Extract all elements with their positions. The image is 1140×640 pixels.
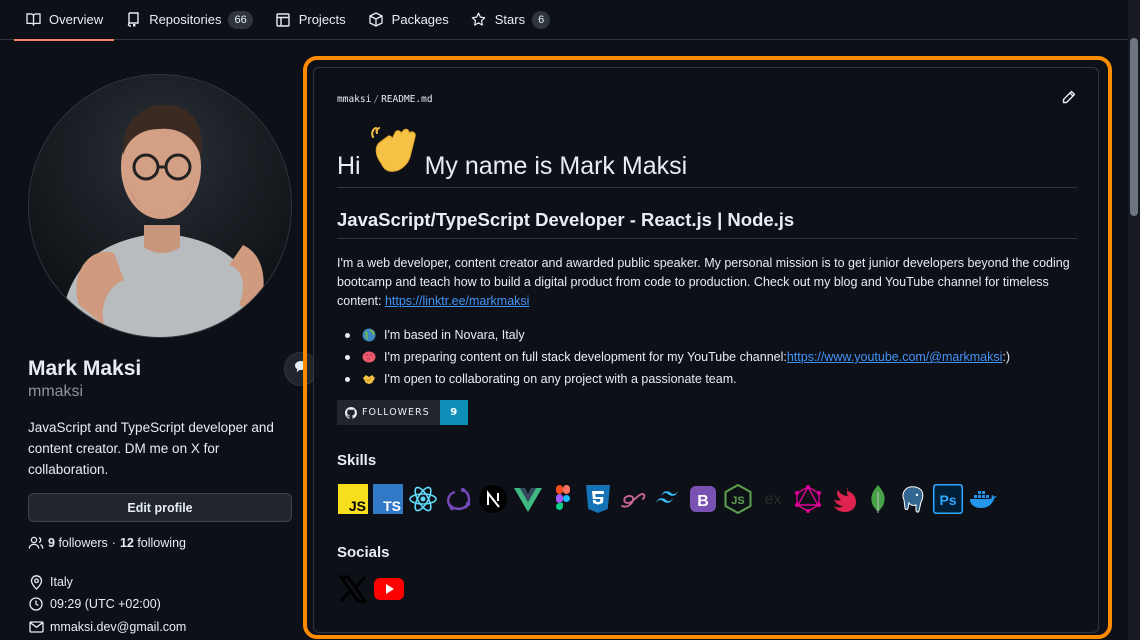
tab-stars[interactable]: Stars 6 [460, 0, 561, 40]
waving-hand-icon [367, 123, 421, 177]
skills-heading: Skills [337, 452, 377, 469]
readme-breadcrumb: mmaksi / README.md [337, 94, 433, 105]
stars-count: 6 [532, 10, 551, 29]
linktree-link[interactable]: https://linktr.ee/markmaksi [385, 294, 530, 308]
svg-text:TS: TS [383, 498, 401, 514]
tab-projects[interactable]: Projects [264, 0, 357, 40]
nestjs-icon [827, 483, 859, 515]
star-icon [471, 12, 487, 28]
tab-label: Projects [298, 12, 346, 27]
profile-username: mmaksi [28, 383, 84, 400]
follow-separator: · [111, 536, 116, 550]
tab-packages[interactable]: Packages [357, 0, 460, 40]
tailwind-icon [652, 483, 684, 515]
repo-icon [125, 12, 141, 28]
bootstrap-icon: B [687, 483, 719, 515]
svg-text:JS: JS [349, 498, 366, 514]
svg-text:ex: ex [765, 491, 782, 508]
photoshop-icon: Ps [932, 483, 964, 515]
tab-label: Stars [494, 12, 526, 27]
svg-text:B: B [697, 493, 709, 510]
x-icon[interactable] [337, 573, 369, 605]
list-item: I'm open to collaborating on any project… [345, 368, 1085, 390]
profile-bio: JavaScript and TypeScript developer and … [28, 420, 274, 477]
handshake-icon [362, 372, 376, 386]
tab-label: Packages [391, 12, 449, 27]
javascript-icon: JS [337, 483, 369, 515]
avatar[interactable] [28, 74, 292, 338]
book-icon [25, 12, 41, 28]
profile-email[interactable]: mmaksi.dev@gmail.com [28, 619, 186, 635]
readme-owner[interactable]: mmaksi [337, 94, 371, 105]
express-icon: ex [757, 483, 789, 515]
followers-badge[interactable]: FOLLOWERS 9 [337, 400, 468, 425]
table-icon [275, 12, 291, 28]
followers-link[interactable]: 9 followers [48, 536, 108, 550]
follow-stats: 9 followers · 12 following [28, 536, 186, 550]
readme-heading: Hi My name is Mark Maksi [337, 126, 1077, 188]
nodejs-icon: JS [722, 483, 754, 515]
readme-bullets: I'm based in Novara, Italy I'm preparing… [345, 324, 1085, 390]
location-pin-icon [28, 574, 44, 590]
tab-label: Overview [49, 12, 104, 27]
profile-tabs: Overview Repositories 66 Projects Packag… [0, 0, 1128, 41]
youtube-icon[interactable] [373, 573, 405, 605]
docker-icon [967, 483, 999, 515]
tab-overview[interactable]: Overview [14, 0, 115, 41]
profile-fullname: Mark Maksi [28, 357, 142, 380]
readme-filename[interactable]: README.md [381, 94, 432, 105]
tab-label: Repositories [149, 12, 222, 27]
people-icon [28, 536, 44, 550]
readme-intro: I'm a web developer, content creator and… [337, 256, 1070, 308]
mongodb-icon [862, 483, 894, 515]
readme-subheading: JavaScript/TypeScript Developer - React.… [337, 209, 1077, 239]
list-item: I'm preparing content on full stack deve… [345, 346, 1085, 368]
brain-icon [362, 350, 376, 364]
page-scrollbar[interactable] [1128, 0, 1140, 640]
list-item: I'm based in Novara, Italy [345, 324, 1085, 346]
globe-icon [362, 328, 376, 342]
profile-location: Italy [28, 574, 73, 590]
figma-icon [547, 483, 579, 515]
socials-heading: Socials [337, 544, 390, 561]
edit-profile-button[interactable]: Edit profile [28, 493, 292, 522]
react-icon [407, 483, 439, 515]
following-link[interactable]: 12 following [120, 536, 186, 550]
scrollbar-thumb[interactable] [1130, 38, 1138, 216]
nextjs-icon [477, 483, 509, 515]
package-icon [368, 12, 384, 28]
pencil-icon[interactable] [1062, 90, 1078, 106]
mail-icon [28, 619, 44, 635]
postgresql-icon [897, 483, 929, 515]
graphql-icon [792, 483, 824, 515]
repositories-count: 66 [228, 10, 253, 29]
clock-icon [28, 596, 44, 612]
svg-text:Ps: Ps [939, 492, 956, 508]
redux-icon [442, 483, 474, 515]
profile-local-time: 09:29 (UTC +02:00) [28, 596, 161, 612]
github-icon [345, 406, 357, 419]
skills-icons: JS TS B JS ex Ps [337, 483, 999, 515]
profile-readme: mmaksi / README.md Hi My name is Mark Maks… [313, 67, 1099, 633]
tab-repositories[interactable]: Repositories 66 [114, 0, 264, 40]
youtube-channel-link[interactable]: https://www.youtube.com/@markmaksi [787, 350, 1003, 364]
svg-text:JS: JS [731, 495, 744, 507]
sass-icon [617, 483, 649, 515]
profile-sidebar: Mark Maksi mmaksi JavaScript and TypeScr… [28, 74, 318, 634]
socials-icons [337, 573, 405, 605]
css3-icon [582, 483, 614, 515]
vue-icon [512, 483, 544, 515]
typescript-icon: TS [372, 483, 404, 515]
